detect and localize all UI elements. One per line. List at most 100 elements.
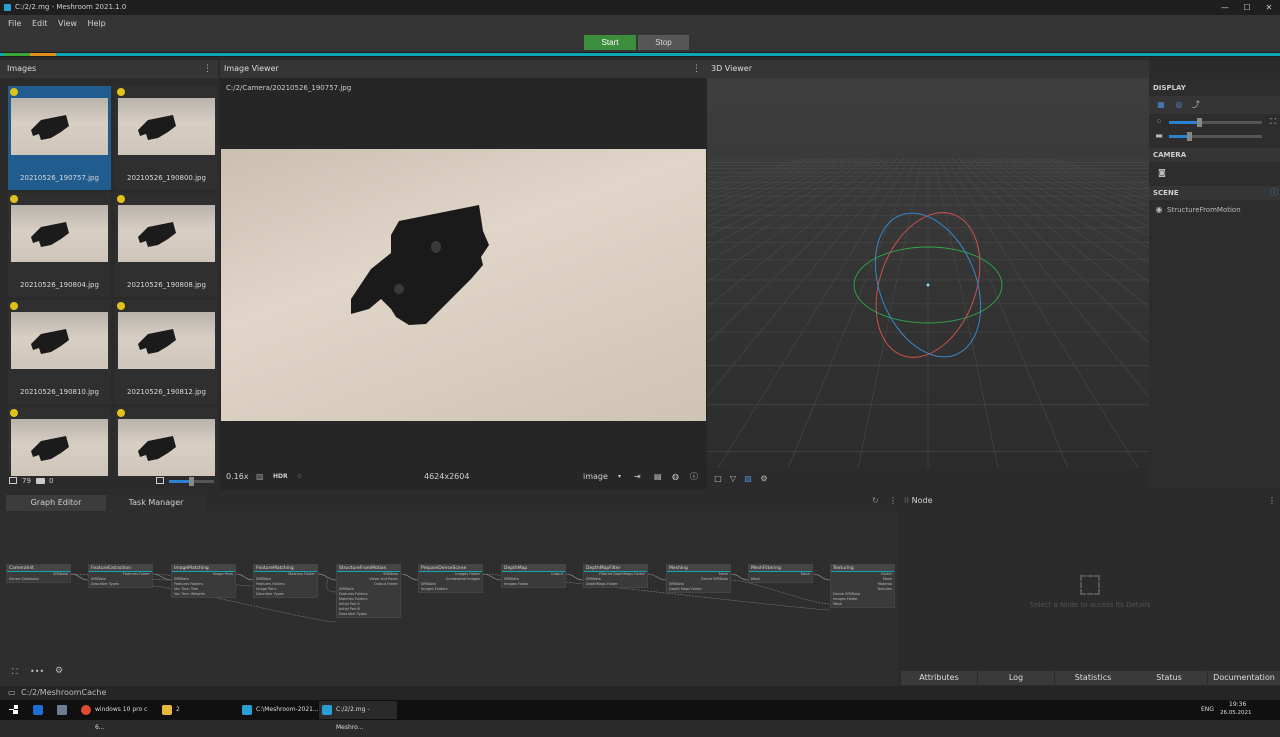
node-input[interactable]: DepthMaps Folder [584, 582, 647, 587]
camera-scale-slider[interactable] [1169, 132, 1262, 141]
features-icon[interactable]: ⁘ [296, 464, 303, 490]
node-menu-icon[interactable]: ⋮ [1268, 496, 1276, 505]
node-input[interactable]: Mesh [831, 602, 894, 607]
gps-globe-icon[interactable]: ◍ [672, 464, 679, 490]
node-input[interactable]: Mesh [749, 577, 812, 582]
thumbnail-caption: 20210526_190810.jpg [20, 388, 99, 396]
image-mode-select[interactable]: image [583, 464, 608, 490]
trackball-icon[interactable]: ⤴ [1191, 100, 1201, 110]
eye-icon[interactable]: ◉ [1154, 205, 1164, 215]
start-button[interactable]: Start [584, 35, 636, 50]
fullscreen-icon[interactable]: ⛶ [1268, 117, 1278, 127]
gear-icon[interactable]: ⚙ [759, 474, 769, 484]
image-thumbnail[interactable]: 20210526_190810.jpg [8, 300, 111, 404]
taskbar-app-icon[interactable] [33, 705, 43, 715]
tab-status[interactable]: Status [1131, 671, 1207, 685]
tab-task-manager[interactable]: Task Manager [106, 495, 206, 511]
graph-canvas[interactable]: CameraInit SfMData Sensor Database FeatureE… [0, 511, 898, 686]
menu-help[interactable]: Help [88, 19, 106, 28]
image-thumbnail[interactable]: 20210526_190757.jpg [8, 86, 111, 190]
input-language[interactable]: ENG [1201, 706, 1214, 713]
image-thumbnail[interactable] [115, 407, 218, 476]
menu-file[interactable]: File [8, 19, 21, 28]
graph-node[interactable]: Texturing Folder Mesh Material Textures Dense… [830, 564, 895, 608]
tab-documentation[interactable]: Documentation [1208, 671, 1280, 685]
graph-node[interactable]: Meshing Mesh Dense SfMData SfMData Depth Map… [666, 564, 731, 593]
taskbar-item-meshroom-folder[interactable]: C:\Meshroom-2021... [239, 701, 319, 719]
point-size-slider[interactable] [1169, 118, 1262, 127]
taskbar-calc-icon[interactable] [57, 705, 67, 715]
fit-view-icon[interactable]: ⛶ [12, 667, 18, 677]
image-thumbnail[interactable] [8, 407, 111, 476]
tab-attributes[interactable]: Attributes [901, 671, 977, 685]
close-button[interactable]: ✕ [1258, 0, 1280, 15]
image-thumbnail[interactable]: 20210526_190808.jpg [115, 193, 218, 297]
graph-node[interactable]: MeshFiltering Mesh Mesh [748, 564, 813, 583]
node-input[interactable]: Images Folders [419, 587, 482, 592]
channels-icon[interactable]: ▨ [256, 464, 264, 490]
tab-graph-editor[interactable]: Graph Editor [6, 495, 106, 511]
grid-toggle-icon[interactable]: ▨ [743, 474, 753, 484]
hdr-toggle[interactable]: HDR [273, 464, 288, 490]
graph-node[interactable]: FeatureMatching Matches Folder SfMData Feat… [253, 564, 318, 598]
grid-icon[interactable]: ▦ [1156, 100, 1166, 110]
tab-statistics[interactable]: Statistics [1055, 671, 1131, 685]
thumbnail-image [11, 98, 108, 155]
tab-log[interactable]: Log [978, 671, 1054, 685]
minimize-button[interactable]: — [1214, 0, 1236, 15]
clock-date[interactable]: 26.05.2021 [1220, 710, 1252, 716]
clock-time[interactable]: 19:36 [1229, 701, 1246, 708]
intrinsics-warning-icon [10, 409, 18, 417]
graph-node[interactable]: ImageMatching Image Pairs SfMData Features … [171, 564, 236, 598]
images-footer: 79 0 [0, 472, 218, 490]
node-input[interactable]: Describer Types [337, 612, 400, 617]
node-input[interactable]: Images Folder [502, 582, 565, 587]
image-thumbnail[interactable]: 20210526_190812.jpg [115, 300, 218, 404]
graph-node-title: MeshFiltering [749, 565, 812, 572]
menu-view[interactable]: View [58, 19, 77, 28]
taskbar-item-meshroom-app[interactable]: C:/2/2.mg - Meshro... [319, 701, 397, 731]
windows-start-icon[interactable] [9, 705, 18, 714]
scene-item-sfm[interactable]: StructureFromMotion [1167, 206, 1241, 214]
graph-node[interactable]: StructureFromMotion SfMData Views and Pose… [336, 564, 401, 618]
taskbar-item-chrome[interactable]: windows 10 pro c 6... [78, 701, 158, 731]
graph-node[interactable]: DepthMap Output SfMData Images Folder [501, 564, 566, 588]
scene-info-icon[interactable]: ⓘ [1269, 188, 1279, 198]
graph-node[interactable]: PrepareDenseScene Images Folder Undistorte… [418, 564, 483, 593]
info-icon[interactable]: ⓘ [690, 464, 698, 490]
fit-icon[interactable]: ⇥ [634, 464, 641, 490]
thumbnail-size-slider[interactable] [169, 477, 214, 486]
image-thumbnail[interactable]: 20210526_190800.jpg [115, 86, 218, 190]
more-icon[interactable]: ••• [30, 667, 44, 676]
maximize-button[interactable]: ☐ [1236, 0, 1258, 15]
taskbar-item-folder[interactable]: 2 [159, 701, 239, 719]
camera-icon[interactable]: ◙ [1157, 168, 1167, 178]
node-input[interactable]: Describer Types [89, 582, 152, 587]
thumbnail-image [118, 98, 215, 155]
graph-node[interactable]: CameraInit SfMData Sensor Database [6, 564, 71, 583]
filter-icon[interactable]: ▽ [728, 474, 738, 484]
folder-icon: ▭ [8, 688, 16, 697]
camera-count: 0 [49, 477, 54, 485]
node-input[interactable]: Sensor Database [7, 577, 70, 582]
3d-scene[interactable] [707, 78, 1149, 468]
node-input[interactable]: Depth Maps Folder [667, 587, 730, 592]
menu-edit[interactable]: Edit [32, 19, 48, 28]
graph-node[interactable]: DepthMapFilter Filtered DepthMaps Folder S… [583, 564, 648, 588]
image-viewer-menu-icon[interactable]: ⋮ [692, 60, 701, 78]
square-icon[interactable]: □ [713, 474, 723, 484]
image-thumbnail[interactable]: 20210526_190804.jpg [8, 193, 111, 297]
stop-button[interactable]: Stop [638, 35, 689, 50]
node-input[interactable]: Voc Tree: Weights [172, 592, 235, 597]
graph-node[interactable]: FeatureExtraction Features Folder SfMData D… [88, 564, 153, 588]
graph-settings-icon[interactable]: ⚙ [55, 666, 63, 676]
main-image[interactable] [221, 149, 706, 421]
graph-menu-icon[interactable]: ⋮ [889, 496, 897, 505]
refresh-icon[interactable]: ↻ [872, 496, 879, 505]
graph-node-title: Meshing [667, 565, 730, 572]
chevron-down-icon[interactable]: ▾ [618, 464, 621, 490]
node-input[interactable]: Describer Types [254, 592, 317, 597]
metadata-icon[interactable]: ▤ [654, 464, 662, 490]
images-menu-icon[interactable]: ⋮ [203, 60, 212, 78]
target-icon[interactable]: ◎ [1174, 100, 1184, 110]
